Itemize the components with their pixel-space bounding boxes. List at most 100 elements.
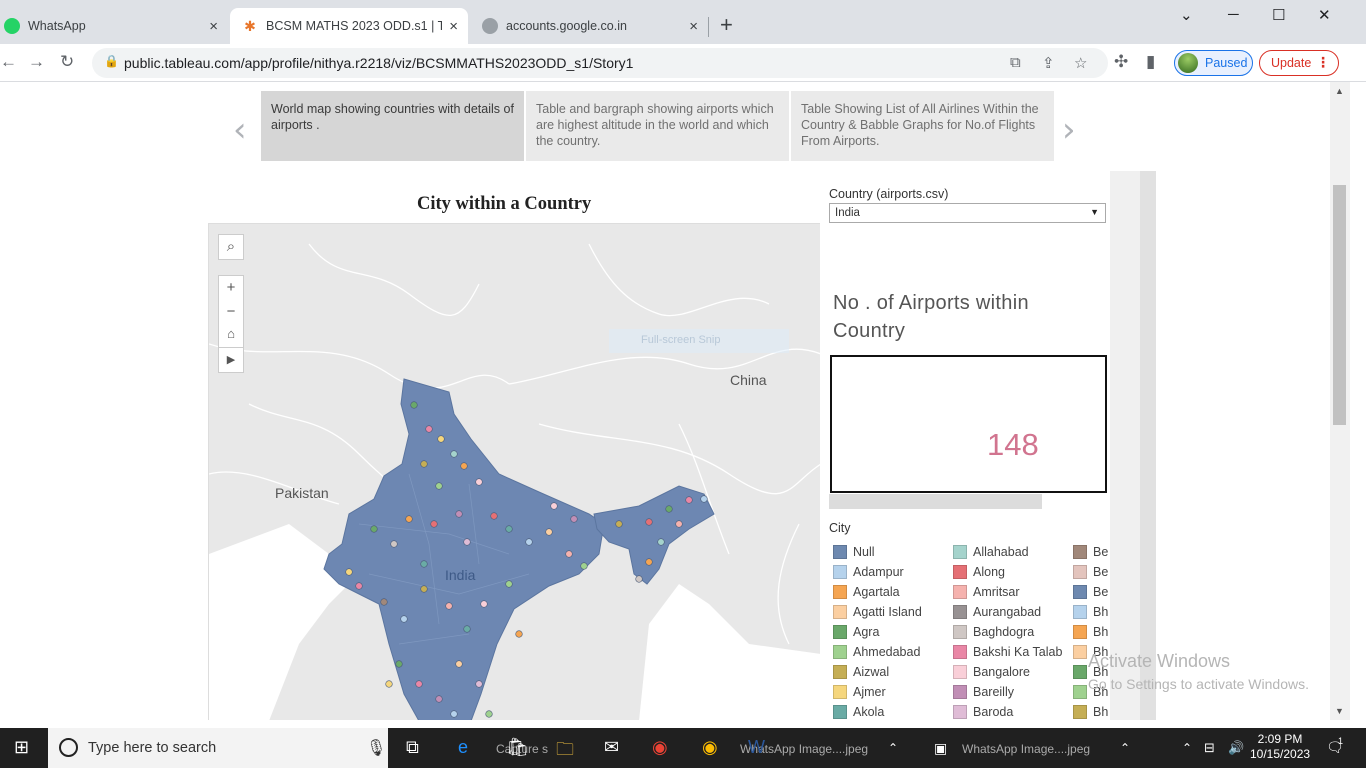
- dropdown-arrow-icon[interactable]: ▼: [1090, 207, 1099, 217]
- story-point-3[interactable]: Table Showing List of All Airlines Withi…: [791, 91, 1054, 161]
- address-bar[interactable]: 🔒 public.tableau.com/app/profile/nithya.…: [92, 48, 1108, 78]
- legend-item[interactable]: Along: [953, 562, 1062, 582]
- legend-swatch: [833, 705, 847, 719]
- page-scrollbar[interactable]: ▲ ▼: [1330, 82, 1350, 720]
- country-filter-select[interactable]: India ▼: [829, 203, 1106, 223]
- legend-item[interactable]: Baghdogra: [953, 622, 1062, 642]
- legend-item[interactable]: Amritsar: [953, 582, 1062, 602]
- close-tab-icon[interactable]: ×: [689, 18, 698, 35]
- legend-column-1: Null Adampur Agartala Agatti Island Agra Ahme…: [833, 542, 922, 720]
- taskbar-clock[interactable]: 2:09 PM 10/15/2023: [1250, 732, 1310, 762]
- legend-item[interactable]: Aizwal: [833, 662, 922, 682]
- update-button[interactable]: Update ⋮: [1259, 50, 1339, 76]
- bookmark-star-icon[interactable]: ☆: [1074, 54, 1087, 72]
- reload-icon[interactable]: ↻: [60, 52, 74, 72]
- side-panel-icon[interactable]: ▮: [1146, 52, 1155, 72]
- legend-item[interactable]: Aurangabad: [953, 602, 1062, 622]
- tray-chevron-up-icon[interactable]: ⌃: [1182, 741, 1192, 755]
- legend-item[interactable]: Null: [833, 542, 922, 562]
- close-tab-icon[interactable]: ×: [209, 18, 218, 35]
- story-point-text: Table and bargraph showing airports whic…: [536, 102, 774, 148]
- legend-item[interactable]: Bangalore: [953, 662, 1062, 682]
- translate-icon[interactable]: ⧉: [1010, 54, 1021, 71]
- story-point-1[interactable]: World map showing countries with details…: [261, 91, 524, 161]
- task-view-icon[interactable]: ⧉: [406, 737, 419, 758]
- menu-dots-icon[interactable]: ⋮: [1316, 54, 1330, 71]
- chrome-profile-icon[interactable]: ◉: [702, 737, 718, 758]
- map-view[interactable]: China Pakistan India Full-screen Snip ⌕ …: [208, 223, 820, 720]
- tab-tableau[interactable]: ✱ BCSM MATHS 2023 ODD.s1 | Tab ×: [230, 8, 468, 44]
- map-search-icon[interactable]: ⌕: [218, 234, 244, 260]
- close-tab-icon[interactable]: ×: [449, 18, 458, 35]
- zoom-in-icon[interactable]: +: [218, 275, 244, 301]
- legend-item[interactable]: Bakshi Ka Talab: [953, 642, 1062, 662]
- lock-icon[interactable]: 🔒: [104, 54, 119, 68]
- edge-icon[interactable]: e: [458, 737, 468, 758]
- legend-item[interactable]: Bh: [1073, 702, 1109, 720]
- close-window-icon[interactable]: ✕: [1318, 6, 1331, 24]
- story-next-chevron-icon[interactable]: ›: [1062, 110, 1076, 150]
- notification-count: 1: [1338, 736, 1344, 746]
- forward-icon[interactable]: →: [28, 52, 45, 72]
- chevron-up-icon[interactable]: ⌃: [1120, 741, 1130, 755]
- scroll-up-icon[interactable]: ▲: [1335, 86, 1344, 96]
- story-prev-chevron-icon[interactable]: ‹: [233, 110, 247, 150]
- legend-swatch: [1073, 685, 1087, 699]
- legend-item[interactable]: Bh: [1073, 622, 1109, 642]
- map-label-india: India: [445, 567, 476, 583]
- taskbar-item-text[interactable]: WhatsApp Image....jpeg: [962, 742, 1090, 756]
- scrollbar-thumb[interactable]: [1333, 185, 1346, 425]
- volume-icon[interactable]: 🔊: [1228, 740, 1244, 756]
- back-icon[interactable]: ←: [0, 52, 17, 72]
- legend-item[interactable]: Adampur: [833, 562, 922, 582]
- extensions-puzzle-icon[interactable]: ✣: [1114, 52, 1128, 72]
- tab-whatsapp[interactable]: WhatsApp ×: [0, 8, 228, 44]
- store-icon[interactable]: 🛍: [506, 737, 529, 758]
- legend-item[interactable]: Allahabad: [953, 542, 1062, 562]
- legend-item[interactable]: Be: [1073, 582, 1109, 602]
- legend-item[interactable]: Ahmedabad: [833, 642, 922, 662]
- clock-time: 2:09 PM: [1257, 732, 1303, 746]
- legend-item[interactable]: Baroda: [953, 702, 1062, 720]
- legend-swatch: [833, 625, 847, 639]
- legend-item[interactable]: Akola: [833, 702, 922, 720]
- word-icon[interactable]: W: [748, 737, 765, 758]
- legend-label: Along: [973, 565, 1005, 579]
- chevron-up-icon[interactable]: ⌃: [888, 741, 898, 755]
- windows-start-icon[interactable]: ⊞: [14, 737, 29, 758]
- share-icon[interactable]: ⇪: [1042, 54, 1055, 72]
- legend-item[interactable]: Agra: [833, 622, 922, 642]
- kpi-scrollbar[interactable]: [829, 494, 1042, 509]
- home-icon[interactable]: ⌂: [218, 322, 244, 348]
- profile-button[interactable]: Paused: [1174, 50, 1253, 76]
- new-tab-button[interactable]: +: [720, 14, 733, 36]
- legend-label: Agartala: [853, 585, 900, 599]
- play-arrow-icon[interactable]: ▶: [218, 347, 244, 373]
- minimize-icon[interactable]: ─: [1228, 6, 1239, 23]
- legend-item[interactable]: Bareilly: [953, 682, 1062, 702]
- tab-search-chevron-icon[interactable]: ⌄: [1180, 6, 1193, 24]
- chrome-icon[interactable]: ◉: [652, 737, 668, 758]
- url-text[interactable]: public.tableau.com/app/profile/nithya.r2…: [124, 55, 633, 71]
- story-point-2[interactable]: Table and bargraph showing airports whic…: [526, 91, 789, 161]
- legend-item[interactable]: Bel: [1073, 542, 1109, 562]
- microphone-icon[interactable]: 🎙: [366, 738, 386, 758]
- legend-item[interactable]: Bel: [1073, 562, 1109, 582]
- story-point-text: Table Showing List of All Airlines Withi…: [801, 102, 1039, 148]
- legend-swatch: [1073, 585, 1087, 599]
- taskbar-search[interactable]: Type here to search 🎙: [48, 728, 388, 768]
- legend-item[interactable]: Bh: [1073, 602, 1109, 622]
- network-icon[interactable]: ⊟: [1204, 740, 1215, 756]
- legend-item[interactable]: Agatti Island: [833, 602, 922, 622]
- mail-icon[interactable]: ✉: [604, 737, 619, 758]
- legend-label: Ajmer: [853, 685, 886, 699]
- image-viewer-icon[interactable]: ▣: [934, 740, 947, 757]
- maximize-icon[interactable]: ☐: [1272, 6, 1285, 24]
- tab-google-accounts[interactable]: accounts.google.co.in ×: [470, 8, 708, 44]
- legend-swatch: [1073, 545, 1087, 559]
- legend-label: Bangalore: [973, 665, 1030, 679]
- file-explorer-icon[interactable]: 🗀: [556, 737, 574, 767]
- legend-item[interactable]: Agartala: [833, 582, 922, 602]
- scroll-down-icon[interactable]: ▼: [1335, 706, 1344, 716]
- legend-item[interactable]: Ajmer: [833, 682, 922, 702]
